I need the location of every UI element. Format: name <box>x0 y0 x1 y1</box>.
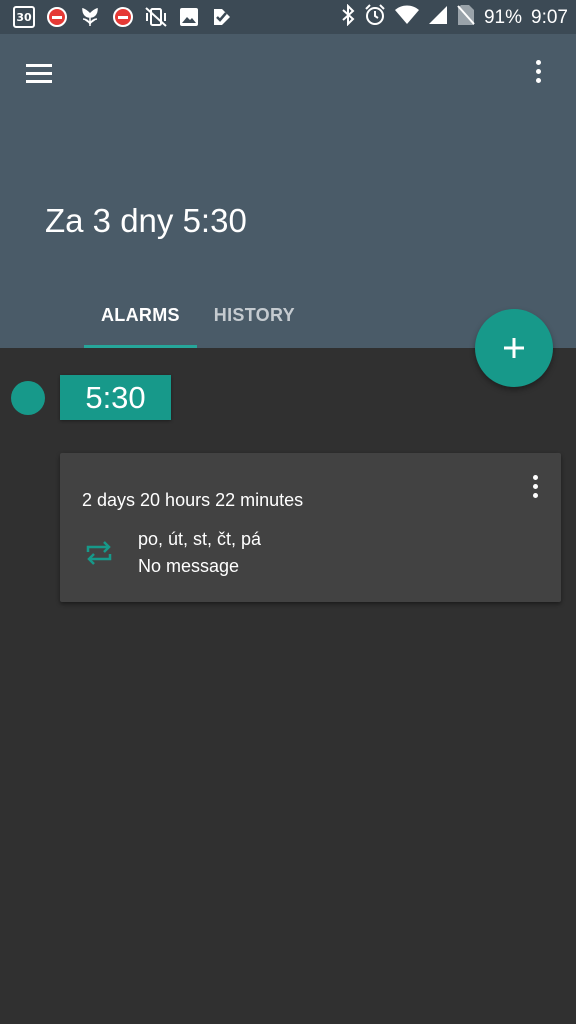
app-bar: Za 3 dny 5:30 ALARMS HISTORY <box>0 34 576 348</box>
image-icon <box>177 5 201 29</box>
notification-icons: 30 <box>12 5 234 29</box>
stop-sign-icon <box>111 5 135 29</box>
add-alarm-button[interactable] <box>475 309 553 387</box>
check-icon <box>210 5 234 29</box>
card-more-vert-icon[interactable] <box>529 475 541 503</box>
alarm-enabled-toggle[interactable] <box>11 381 45 415</box>
tab-history[interactable]: HISTORY <box>197 292 312 348</box>
no-sim-icon <box>457 4 475 32</box>
repeat-days: po, út, st, čt, pá <box>138 529 262 549</box>
more-vert-icon[interactable] <box>528 60 548 90</box>
alarm-countdown: 2 days 20 hours 22 minutes <box>82 490 304 510</box>
plus-icon <box>504 338 524 358</box>
tulip-icon <box>78 5 102 29</box>
bluetooth-icon <box>341 3 355 32</box>
calendar-icon: 30 <box>12 5 36 29</box>
calendar-day: 30 <box>13 6 35 28</box>
next-alarm-title: Za 3 dny 5:30 <box>45 202 247 239</box>
alarm-message: No message <box>138 556 240 576</box>
alarm-time-button[interactable]: 5:30 <box>60 375 171 420</box>
hamburger-menu-icon[interactable] <box>26 64 54 86</box>
clock-time: 9:07 <box>531 7 568 28</box>
status-bar: 30 91% 9:07 <box>0 0 576 34</box>
system-status: 91% 9:07 <box>341 3 568 32</box>
wifi-icon <box>394 5 419 31</box>
signal-icon <box>428 5 448 31</box>
alarm-clock-icon <box>364 4 386 32</box>
battery-level: 91% <box>483 7 523 28</box>
alarm-details-card[interactable]: 2 days 20 hours 22 minutes po, út, st, č… <box>60 453 561 602</box>
tab-alarms[interactable]: ALARMS <box>84 292 197 348</box>
repeat-icon[interactable] <box>86 539 112 567</box>
vibrate-off-icon <box>144 5 168 29</box>
stop-sign-icon <box>45 5 69 29</box>
tab-bar: ALARMS HISTORY <box>84 292 312 348</box>
